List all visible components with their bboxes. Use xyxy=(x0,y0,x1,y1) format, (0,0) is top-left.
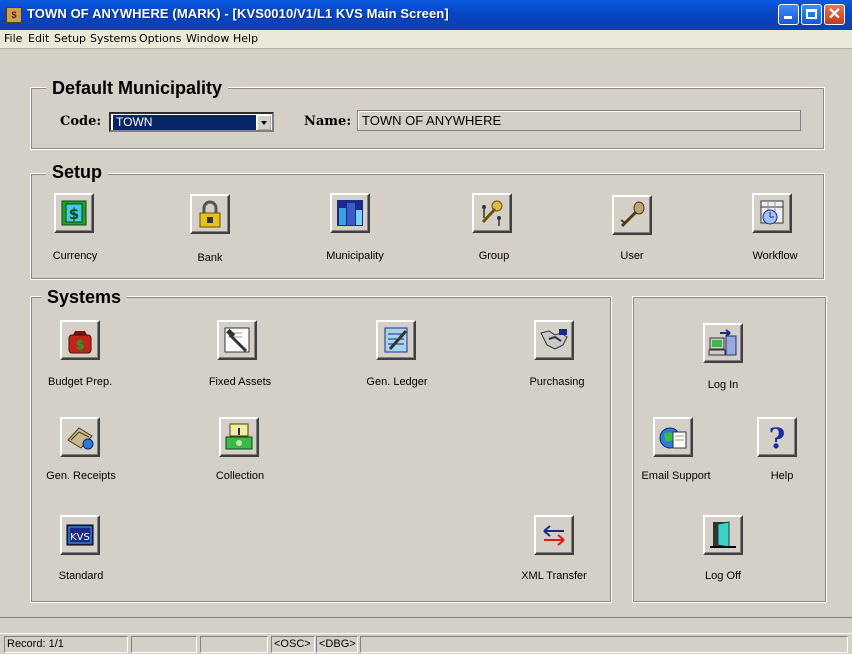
help-button[interactable]: ? xyxy=(757,417,797,457)
status-cell-empty-1 xyxy=(131,636,197,653)
svg-text:?: ? xyxy=(769,422,785,452)
menu-window[interactable]: Window xyxy=(186,32,229,45)
bank-label: Bank xyxy=(197,252,223,264)
systems-title: Systems xyxy=(41,287,128,307)
email-support-label: Email Support xyxy=(641,470,711,482)
log-off-label: Log Off xyxy=(705,570,741,582)
status-divider xyxy=(0,617,852,618)
user-label: User xyxy=(620,250,644,262)
name-label: Name: xyxy=(304,114,352,129)
xml-transfer-label: XML Transfer xyxy=(521,570,587,582)
collection-label: Collection xyxy=(215,470,265,482)
code-select[interactable]: TOWN xyxy=(109,112,274,132)
maximize-button[interactable] xyxy=(801,4,822,25)
close-icon: ✕ xyxy=(827,6,842,23)
menu-options[interactable]: Options xyxy=(139,32,181,45)
ledger-pencil-icon xyxy=(384,327,408,353)
systems-panel xyxy=(30,296,612,603)
help-label: Help xyxy=(770,470,794,482)
code-label: Code: xyxy=(60,114,102,129)
purchasing-handshake-icon xyxy=(540,329,568,350)
dbg-indicator: <DBG> xyxy=(316,636,358,653)
setup-panel xyxy=(30,173,825,280)
status-bar: Record: 1/1 <OSC> <DBG> xyxy=(0,633,852,654)
minimize-button[interactable] xyxy=(778,4,799,25)
standard-button[interactable]: KVS xyxy=(60,515,100,555)
record-indicator: Record: 1/1 xyxy=(4,636,128,653)
logoff-door-icon xyxy=(710,521,736,548)
collection-money-icon xyxy=(225,423,253,450)
fixed-assets-label: Fixed Assets xyxy=(208,376,272,388)
xml-transfer-button[interactable] xyxy=(534,515,574,555)
svg-text:KVS: KVS xyxy=(70,532,90,543)
svg-text:$: $ xyxy=(75,338,84,353)
default-municipality-title: Default Municipality xyxy=(46,78,229,98)
municipality-button[interactable] xyxy=(330,193,370,233)
purchasing-button[interactable] xyxy=(534,320,574,360)
standard-label: Standard xyxy=(58,570,104,582)
group-label: Group xyxy=(478,250,510,262)
minimize-icon xyxy=(784,16,792,19)
log-in-button[interactable] xyxy=(703,323,743,363)
gen-receipts-label: Gen. Receipts xyxy=(46,470,116,482)
group-button[interactable] xyxy=(472,193,512,233)
setup-title: Setup xyxy=(46,162,109,182)
status-cell-empty-2 xyxy=(200,636,268,653)
title-bar[interactable]: $ TOWN OF ANYWHERE (MARK) - [KVS0010/V1/… xyxy=(0,0,852,31)
email-support-icon xyxy=(659,427,687,449)
log-in-label: Log In xyxy=(707,379,739,391)
chevron-down-icon[interactable] xyxy=(257,115,271,130)
municipality-buildings-icon xyxy=(337,200,363,226)
bank-lock-icon xyxy=(199,200,221,228)
transfer-arrows-icon xyxy=(543,525,565,546)
bank-button[interactable] xyxy=(190,194,230,234)
currency-label: Currency xyxy=(52,250,98,262)
name-field[interactable]: TOWN OF ANYWHERE xyxy=(357,110,801,131)
municipality-label: Municipality xyxy=(326,250,384,262)
code-value: TOWN xyxy=(113,115,256,130)
email-support-button[interactable] xyxy=(653,417,693,457)
workflow-label: Workflow xyxy=(752,250,798,262)
menu-file[interactable]: File xyxy=(4,32,22,45)
workflow-button[interactable] xyxy=(752,193,792,233)
menu-help[interactable]: Help xyxy=(233,32,258,45)
fixed-assets-hammer-icon xyxy=(224,327,250,353)
kvs-standard-icon: KVS xyxy=(66,524,94,546)
osc-indicator: <OSC> xyxy=(271,636,315,653)
window-title: TOWN OF ANYWHERE (MARK) - [KVS0010/V1/L1… xyxy=(27,6,449,21)
purchasing-label: Purchasing xyxy=(529,376,585,388)
budget-prep-label: Budget Prep. xyxy=(48,376,113,388)
status-message xyxy=(360,636,848,653)
app-icon[interactable]: $ xyxy=(6,7,22,23)
menu-systems[interactable]: Systems xyxy=(90,32,137,45)
gen-ledger-button[interactable] xyxy=(376,320,416,360)
log-off-button[interactable] xyxy=(703,515,743,555)
budget-prep-button[interactable]: $ xyxy=(60,320,100,360)
svg-text:$: $ xyxy=(69,205,79,223)
help-question-icon: ? xyxy=(769,422,785,452)
budget-bag-icon: $ xyxy=(68,331,92,354)
workflow-calendar-icon xyxy=(760,200,784,225)
gen-ledger-label: Gen. Ledger xyxy=(366,376,428,388)
currency-button[interactable]: $ xyxy=(54,193,94,233)
menu-bar: File Edit Setup Systems Options Window H… xyxy=(0,30,852,49)
maximize-icon xyxy=(806,9,817,19)
close-button[interactable]: ✕ xyxy=(824,4,845,25)
fixed-assets-button[interactable] xyxy=(217,320,257,360)
currency-icon: $ xyxy=(61,200,87,226)
user-button[interactable] xyxy=(612,195,652,235)
login-computer-icon xyxy=(708,329,737,356)
menu-edit[interactable]: Edit xyxy=(28,32,49,45)
receipts-icon xyxy=(67,427,94,450)
gen-receipts-button[interactable] xyxy=(60,417,100,457)
collection-button[interactable] xyxy=(219,417,259,457)
user-key-icon xyxy=(620,201,645,228)
group-keys-icon xyxy=(481,200,503,226)
menu-setup[interactable]: Setup xyxy=(54,32,86,45)
